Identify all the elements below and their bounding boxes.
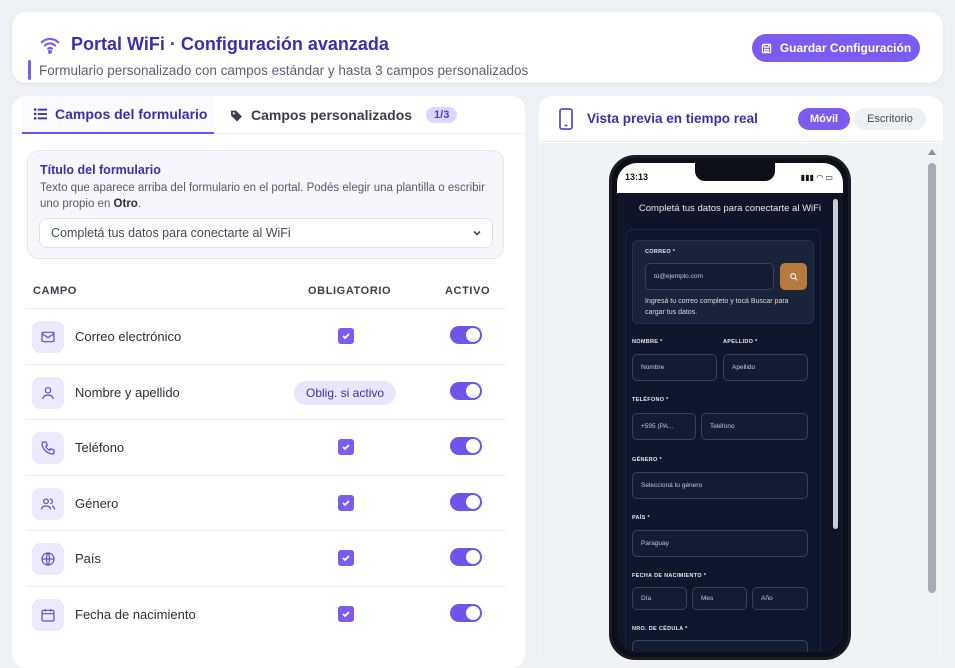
gender-select[interactable]: Seleccioná tu género [632,472,808,499]
scroll-thumb[interactable] [928,163,936,593]
save-button-label: Guardar Configuración [779,41,912,55]
page-subtitle: Formulario personalizado con campos está… [39,63,529,78]
email-help-text: Ingresá tu correo completo y tocá Buscar… [645,298,789,316]
lastname-input[interactable]: Apellido [723,354,808,381]
birth-day-select[interactable]: Día [632,587,687,610]
phone-mockup: 13:13 ▮▮▮ ◠ ▭ Completá tus datos para co… [609,155,851,660]
desktop-view-button[interactable]: Escritorio [854,108,926,130]
status-time: 13:13 [625,172,649,182]
subtitle-accent-bar [28,60,31,80]
form-title-select[interactable]: Completá tus datos para conectarte al Wi… [39,218,493,248]
active-toggle[interactable] [450,603,482,622]
field-name: Género [75,495,119,511]
name-input[interactable]: Nombre [632,354,717,381]
required-checkbox[interactable] [338,494,354,511]
preview-viewport: 13:13 ▮▮▮ ◠ ▭ Completá tus datos para co… [539,143,943,668]
portal-scrollbar[interactable] [833,199,838,529]
user-icon [32,376,64,409]
active-toggle[interactable] [450,437,482,455]
phone-label: TELÉFONO * [632,397,669,403]
table-row: Género [26,474,506,531]
live-preview-panel: Vista previa en tiempo real Móvil Escrit… [539,96,943,668]
tab-custom-fields[interactable]: Campos personalizados 1/3 [230,96,458,134]
phone-screen: 13:13 ▮▮▮ ◠ ▭ Completá tus datos para co… [617,163,843,652]
name-label: NOMBRE * [632,339,663,345]
required-checkbox[interactable] [338,605,354,622]
save-button[interactable]: Guardar Configuración [752,34,920,62]
birth-month-select[interactable]: Mes [692,587,747,610]
active-toggle[interactable] [450,548,482,566]
save-icon [761,43,772,53]
form-title-select-value: Completá tus datos para conectarte al Wi… [51,226,291,240]
phone-icon [32,432,64,464]
birth-year-select[interactable]: Año [752,587,808,610]
form-title-section: Título del formulario Texto que aparece … [27,150,504,259]
id-number-label: NRO. DE CÉDULA * [632,626,688,632]
signal-wifi-battery-icon: ▮▮▮ ◠ ▭ [800,173,833,182]
field-name: Nombre y apellido [75,384,180,400]
tab-form-fields[interactable]: Campos del formulario [22,96,214,134]
field-name: Fecha de nacimiento [75,606,196,622]
fields-table: Correo electrónico Nombre y apellido Obl… [26,308,506,641]
required-checkbox[interactable] [338,328,354,344]
column-header-field: CAMPO [33,285,77,297]
preview-title: Vista previa en tiempo real [587,111,758,126]
tab-custom-fields-label: Campos personalizados [251,107,413,123]
wifi-icon [40,37,60,54]
lastname-label: APELLIDO * [723,339,758,345]
portal-form: CORREO * tú@ejemplo.com Ingresá tu corre… [625,229,821,652]
table-row: Nombre y apellido Oblig. si activo [26,363,506,420]
gender-label: GÉNERO * [632,457,662,463]
phone-code-select[interactable]: +595 (PA... [632,413,696,440]
mail-icon [32,321,64,353]
country-select[interactable]: Paraguay [632,530,808,557]
active-toggle[interactable] [450,326,482,344]
phone-notch [695,163,775,181]
table-row: Correo electrónico [26,308,506,364]
email-search-button[interactable] [780,263,807,290]
chevron-down-icon [473,230,481,236]
field-name: Correo electrónico [75,329,182,344]
field-name: País [75,551,102,566]
page-header: Portal WiFi · Configuración avanzada For… [12,12,943,83]
required-if-active-badge: Oblig. si activo [294,380,397,405]
country-label: PAÍS * [632,515,650,521]
form-title-label: Título del formulario [40,163,161,177]
tab-form-fields-label: Campos del formulario [55,106,208,122]
globe-icon [32,543,64,575]
email-input[interactable]: tú@ejemplo.com [645,263,774,290]
table-row: Teléfono [26,419,506,475]
tag-icon [231,110,242,121]
field-name: Teléfono [75,440,125,455]
phone-input[interactable]: Teléfono [701,413,808,440]
birthdate-label: FECHA DE NACIMIENTO * [632,573,707,579]
smartphone-icon [559,108,573,130]
email-label: CORREO * [645,249,676,255]
table-row: Fecha de nacimiento [26,585,506,642]
required-checkbox[interactable] [338,439,354,455]
search-icon [789,272,798,281]
active-toggle[interactable] [450,381,482,400]
scroll-up-arrow[interactable] [928,149,936,155]
users-icon [32,487,64,520]
column-header-required: OBLIGATORIO [308,285,392,297]
table-row: País [26,530,506,586]
tab-bar: Campos del formulario Campos personaliza… [12,96,525,134]
required-checkbox[interactable] [338,550,354,566]
form-fields-panel: Campos del formulario Campos personaliza… [12,96,525,668]
preview-header: Vista previa en tiempo real Móvil Escrit… [539,96,943,142]
page-title: Portal WiFi · Configuración avanzada [71,34,389,54]
list-icon [34,108,47,120]
preview-scrollbar[interactable] [926,145,938,665]
custom-fields-count-badge: 1/3 [426,107,458,123]
calendar-icon [32,598,64,631]
form-title-description: Texto que aparece arriba del formulario … [40,182,485,210]
id-number-input[interactable] [632,640,808,652]
portal-heading: Completá tus datos para conectarte al Wi… [638,203,822,214]
column-header-active: ACTIVO [445,285,491,297]
active-toggle[interactable] [450,492,482,511]
mobile-view-button[interactable]: Móvil [798,108,850,130]
email-section: CORREO * tú@ejemplo.com Ingresá tu corre… [632,240,814,324]
